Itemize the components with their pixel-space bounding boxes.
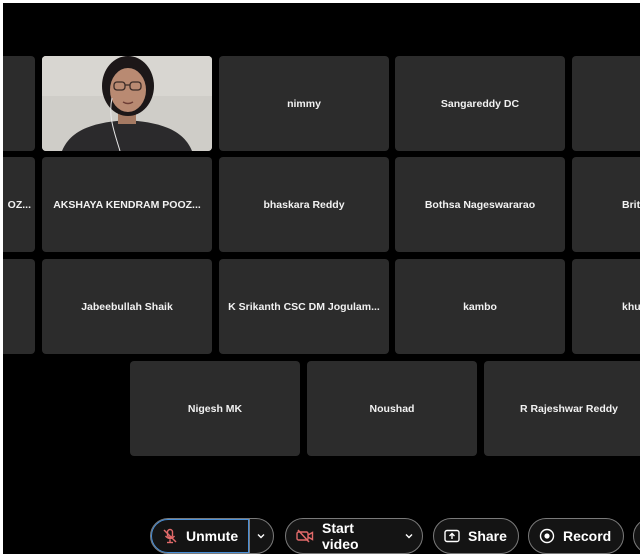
start-video-label: Start video	[322, 520, 359, 552]
start-video-button[interactable]: Start video	[286, 519, 400, 553]
participant-video-tile[interactable]	[42, 56, 212, 151]
participant-tile[interactable]: nimmy	[219, 56, 389, 151]
participant-tile[interactable]	[572, 56, 640, 151]
participant-name: khumc	[622, 300, 640, 313]
participant-name: AKSHAYA KENDRAM POOZ...	[53, 198, 201, 211]
participant-tile[interactable]	[3, 259, 35, 354]
participant-tile[interactable]: OZ...	[3, 157, 35, 252]
unmute-control: Unmute	[150, 518, 274, 554]
mic-off-icon	[162, 528, 178, 544]
participant-tile[interactable]: K Srikanth CSC DM Jogulam...	[219, 259, 389, 354]
participant-tile[interactable]	[3, 56, 35, 151]
participant-tile[interactable]: R Rajeshwar Reddy	[484, 361, 640, 456]
participant-name: K Srikanth CSC DM Jogulam...	[228, 300, 380, 313]
record-icon	[539, 528, 555, 544]
video-options-button[interactable]	[400, 519, 422, 553]
unmute-label: Unmute	[186, 528, 239, 544]
unmute-button[interactable]: Unmute	[151, 519, 250, 553]
share-button[interactable]: Share	[433, 518, 519, 554]
participant-name: R Rajeshwar Reddy	[519, 402, 619, 415]
share-icon	[444, 529, 460, 543]
participant-tile[interactable]: bhaskara Reddy	[219, 157, 389, 252]
participant-tile[interactable]: khumc	[572, 259, 640, 354]
more-controls-button[interactable]	[633, 518, 640, 554]
participant-name: Jabeebullah Shaik	[81, 300, 173, 313]
participant-name: Bothsa Nageswararao	[424, 198, 536, 211]
participant-tile[interactable]: Jabeebullah Shaik	[42, 259, 212, 354]
participant-tile[interactable]: Britt	[572, 157, 640, 252]
participant-tile[interactable]: Nigesh MK	[130, 361, 300, 456]
participant-name: nimmy	[287, 97, 321, 110]
participant-tile[interactable]: Bothsa Nageswararao	[395, 157, 565, 252]
share-label: Share	[468, 528, 507, 544]
chevron-down-icon	[256, 528, 266, 544]
participant-tile[interactable]: Sangareddy DC	[395, 56, 565, 151]
participant-name: Nigesh MK	[187, 402, 243, 415]
video-off-icon	[296, 529, 314, 543]
participant-name: Sangareddy DC	[440, 97, 520, 110]
participant-tile[interactable]: kambo	[395, 259, 565, 354]
video-control: Start video	[285, 518, 423, 554]
participant-name: bhaskara Reddy	[263, 198, 345, 211]
meeting-toolbar: Unmute Start video Share Record	[3, 516, 640, 554]
participant-tile[interactable]: AKSHAYA KENDRAM POOZ...	[42, 157, 212, 252]
record-label: Record	[563, 528, 612, 544]
audio-options-button[interactable]	[250, 519, 272, 553]
chevron-down-icon	[404, 528, 414, 544]
participant-video-feed	[42, 56, 212, 151]
participant-name: kambo	[463, 300, 497, 313]
record-button[interactable]: Record	[528, 518, 624, 554]
participant-name: OZ...	[7, 198, 31, 211]
participant-name: Britt	[622, 198, 640, 211]
meeting-stage: nimmy Sangareddy DC OZ... AKSHAYA KENDRA…	[3, 3, 640, 554]
participant-name: Noushad	[369, 402, 415, 415]
participant-tile[interactable]: Noushad	[307, 361, 477, 456]
